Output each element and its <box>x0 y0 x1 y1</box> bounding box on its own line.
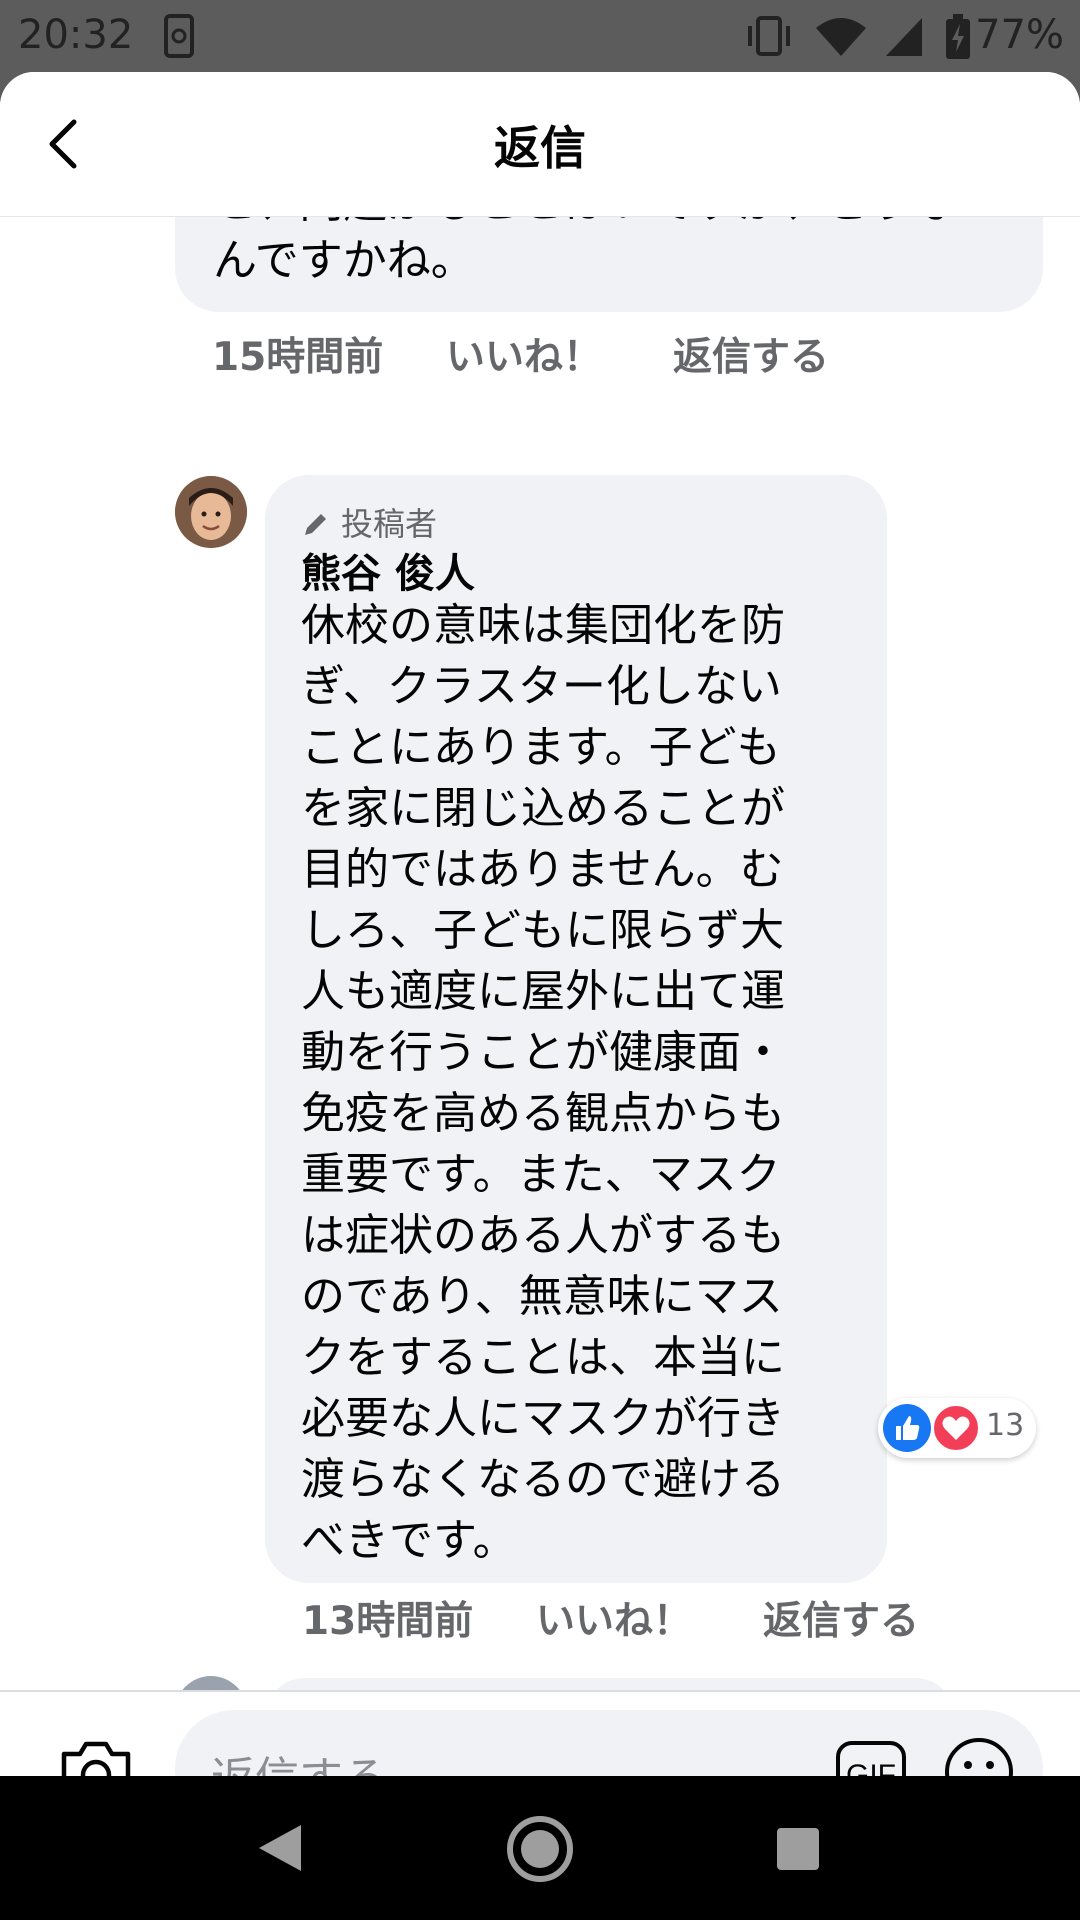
reply-input-placeholder: 返信する <box>211 1742 387 1776</box>
navigation-bar <box>0 1776 1080 1920</box>
like-reaction-icon <box>883 1404 931 1452</box>
previous-comment-text-cut: と、門題がることはいですが、どうな <box>213 216 957 232</box>
reaction-summary[interactable]: 13 <box>878 1398 1036 1458</box>
previous-comment-reply-button[interactable]: 返信する <box>673 326 829 382</box>
signal-icon <box>886 18 922 56</box>
battery-percent: 77% <box>975 12 1064 58</box>
comment-line: べきです。 <box>301 1515 517 1566</box>
comment-line: を家に閉じ込めることが <box>301 783 785 834</box>
previous-comment-time: 15時間前 <box>212 335 384 380</box>
replies-sheet: 返信 と、門題がることはいですが、どうな んですかね。 15時間前 いいね！ 返… <box>0 72 1080 1776</box>
comment-line: は症状のある人がするも <box>301 1210 785 1261</box>
emoji-icon[interactable] <box>943 1736 1015 1776</box>
author-name[interactable]: 熊谷 俊人 <box>301 541 475 599</box>
comment-line: 目的ではありません。む <box>301 844 784 895</box>
comment-line: 動を行うことが健康面・ <box>301 1027 785 1078</box>
previous-comment-like-button[interactable]: いいね！ <box>446 326 602 382</box>
comment-line: 免疫を高める観点からも <box>301 1088 785 1139</box>
comment-reply-button[interactable]: 返信する <box>763 1590 919 1646</box>
screenshot-icon <box>164 14 194 58</box>
comment-line: 必要な人にマスクが行き <box>301 1393 785 1444</box>
next-comment-avatar[interactable] <box>175 1676 247 1690</box>
previous-comment-text: んですかね。 <box>213 235 475 286</box>
vibrate-icon <box>748 16 790 56</box>
author-avatar[interactable] <box>175 476 247 548</box>
comment-time: 13時間前 <box>302 1599 474 1644</box>
comment-bubble[interactable]: 投稿者 熊谷 俊人 休校の意味は集団化を防 ぎ、クラスター化しない ことにありま… <box>265 475 887 1583</box>
pencil-icon <box>305 514 326 535</box>
author-badge-label: 投稿者 <box>341 505 438 543</box>
comment-text: 休校の意味は集団化を防 ぎ、クラスター化しない ことにあります。子ども を家に閉… <box>301 595 861 1571</box>
reply-composer: 返信する GIF <box>0 1690 1080 1776</box>
wifi-icon <box>816 18 866 56</box>
comment-line: しろ、子どもに限らず大 <box>301 905 785 956</box>
comment-line: 人も適度に屋外に出て運 <box>301 966 785 1017</box>
comment-meta: 13時間前 いいね！ 返信する <box>0 1590 1080 1644</box>
nav-home-icon[interactable] <box>505 1814 575 1884</box>
battery-icon <box>946 14 970 59</box>
comment-line: ことにあります。子ども <box>301 722 781 773</box>
page-title: 返信 <box>494 121 586 175</box>
header: 返信 <box>0 72 1080 217</box>
comment-line: 重要です。また、マスク <box>301 1149 781 1200</box>
comment-line: 渡らなくなるので避ける <box>301 1454 785 1505</box>
comment-thread[interactable]: と、門題がることはいですが、どうな んですかね。 15時間前 いいね！ 返信する <box>0 216 1080 1690</box>
status-bar: 20:32 77% <box>0 0 1080 72</box>
status-time: 20:32 <box>18 12 134 58</box>
love-reaction-icon <box>932 1404 980 1452</box>
previous-comment-meta: 15時間前 いいね！ 返信する <box>0 326 1080 380</box>
gif-icon[interactable]: GIF <box>835 1740 907 1776</box>
author-badge: 投稿者 <box>301 499 437 545</box>
comment-line: ぎ、クラスター化しない <box>301 661 782 712</box>
next-comment-bubble[interactable] <box>265 1678 955 1690</box>
comment-like-button[interactable]: いいね！ <box>536 1590 692 1646</box>
reply-input[interactable]: 返信する GIF <box>175 1710 1043 1776</box>
comment-line: 休校の意味は集団化を防 <box>301 600 785 651</box>
reaction-count: 13 <box>986 1408 1025 1443</box>
camera-icon[interactable] <box>58 1738 134 1776</box>
nav-recents-icon[interactable] <box>775 1826 821 1872</box>
previous-comment-bubble: と、門題がることはいですが、どうな んですかね。 <box>175 216 1043 312</box>
gif-label: GIF <box>846 1759 896 1776</box>
comment-line: クをすることは、本当に <box>301 1332 785 1383</box>
comment-line: のであり、無意味にマス <box>301 1271 783 1322</box>
nav-back-icon[interactable] <box>255 1821 305 1875</box>
